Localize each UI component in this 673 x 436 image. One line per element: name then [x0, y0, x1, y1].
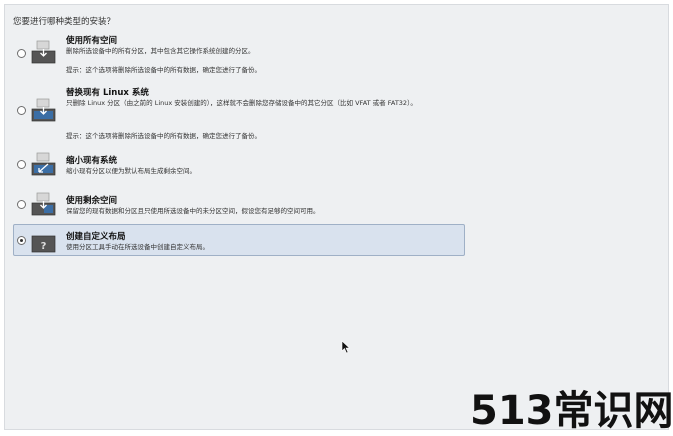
option-shrink-existing[interactable]: 缩小现有系统 缩小现有分区以便为默认布局生成剩余空间。 — [13, 149, 465, 179]
radio-use-free-space[interactable] — [17, 200, 26, 209]
option-custom-layout[interactable]: ? 创建自定义布局 使用分区工具手动在所选设备中创建自定义布局。 — [13, 224, 465, 256]
svg-text:?: ? — [41, 241, 47, 252]
radio-shrink-existing[interactable] — [17, 160, 26, 169]
option-title: 使用所有空间 — [66, 36, 118, 46]
option-desc: 保留您的现有数据和分区且只使用所选设备中的未分区空间，假设您有足够的空间可用。 — [66, 207, 320, 215]
option-desc: 缩小现有分区以便为默认布局生成剩余空间。 — [66, 167, 196, 175]
disk-shrink-icon — [31, 152, 56, 176]
disk-custom-icon: ? — [31, 235, 56, 253]
option-replace-linux[interactable]: 替换现有 Linux 系统 只删除 Linux 分区（由之前的 Linux 安装… — [13, 83, 465, 143]
option-title: 创建自定义布局 — [66, 232, 126, 242]
radio-custom-layout[interactable] — [17, 236, 26, 245]
option-use-all-space[interactable]: 使用所有空间 删除所选设备中的所有分区，其中包含其它操作系统创建的分区。 提示：… — [13, 31, 465, 77]
install-type-question: 您要进行哪种类型的安装？ — [13, 17, 116, 27]
option-desc: 只删除 Linux 分区（由之前的 Linux 安装创建的），这样就不会删除您存… — [66, 99, 417, 107]
disk-replace-icon — [31, 98, 56, 122]
install-type-panel: 您要进行哪种类型的安装？ 使用所有空间 删除所选设备中的所有分区，其中包含其它操… — [4, 4, 669, 430]
option-use-free-space[interactable]: 使用剩余空间 保留您的现有数据和分区且只使用所选设备中的未分区空间，假设您有足够… — [13, 189, 465, 219]
disk-erase-icon — [31, 40, 56, 64]
option-note: 提示：这个选项将删除所选设备中的所有数据，确定您进行了备份。 — [66, 132, 261, 140]
option-note: 提示：这个选项将删除所选设备中的所有数据，确定您进行了备份。 — [66, 66, 261, 74]
option-title: 缩小现有系统 — [66, 156, 118, 166]
option-title: 替换现有 Linux 系统 — [66, 88, 149, 98]
option-title: 使用剩余空间 — [66, 196, 118, 206]
radio-replace-linux[interactable] — [17, 106, 26, 115]
mouse-pointer-icon — [341, 340, 351, 354]
disk-free-space-icon — [31, 192, 56, 216]
radio-use-all-space[interactable] — [17, 49, 26, 58]
watermark: 513常识网 — [470, 388, 673, 434]
option-desc: 使用分区工具手动在所选设备中创建自定义布局。 — [66, 243, 209, 251]
option-desc: 删除所选设备中的所有分区，其中包含其它操作系统创建的分区。 — [66, 47, 255, 55]
